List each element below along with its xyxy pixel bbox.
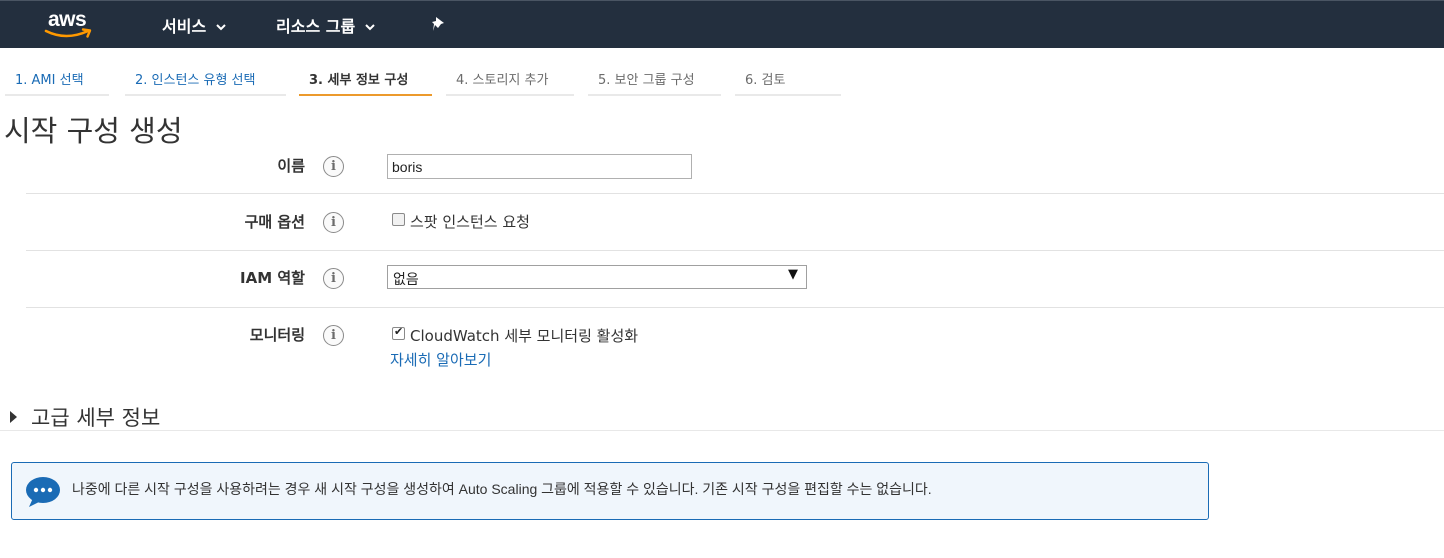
name-input[interactable] [387, 154, 692, 179]
info-icon[interactable]: i [323, 268, 344, 289]
row-divider [26, 193, 1444, 194]
top-nav: aws 서비스 리소스 그룹 [0, 0, 1444, 48]
pin-icon[interactable] [430, 15, 448, 39]
chat-bubble-icon [25, 476, 61, 512]
aws-logo[interactable]: aws [44, 8, 100, 42]
chevron-down-icon [365, 16, 375, 35]
advanced-details-toggle[interactable]: 고급 세부 정보 [10, 404, 160, 430]
tab-configure-details[interactable]: 3. 세부 정보 구성 [299, 60, 432, 96]
iam-role-label: IAM 역할 [240, 269, 305, 287]
resource-groups-label: 리소스 그룹 [276, 17, 356, 36]
notice-text: 나중에 다른 시작 구성을 사용하려는 경우 새 시작 구성을 생성하여 Aut… [72, 481, 932, 497]
resource-groups-menu[interactable]: 리소스 그룹 [276, 13, 375, 37]
iam-role-select[interactable]: 없음 ▼ [387, 265, 807, 289]
page-title: 시작 구성 생성 [4, 114, 183, 148]
monitoring-label: 모니터링 [249, 326, 305, 344]
purchase-option-label: 구매 옵션 [244, 213, 305, 231]
learn-more-link[interactable]: 자세히 알아보기 [390, 349, 491, 370]
cloudwatch-label: CloudWatch 세부 모니터링 활성화 [410, 327, 639, 345]
iam-role-selected-value: 없음 [393, 272, 419, 288]
tab-ami-select[interactable]: 1. AMI 선택 [5, 60, 109, 96]
info-icon[interactable]: i [323, 212, 344, 233]
aws-smile-icon [44, 28, 92, 38]
services-menu[interactable]: 서비스 [162, 13, 226, 37]
section-divider [0, 430, 1444, 431]
advanced-details-label: 고급 세부 정보 [31, 406, 161, 430]
tab-review: 6. 검토 [735, 60, 841, 96]
tab-add-storage: 4. 스토리지 추가 [446, 60, 574, 96]
row-divider [26, 250, 1444, 251]
cloudwatch-checkbox[interactable] [392, 325, 405, 340]
name-label: 이름 [277, 157, 305, 175]
info-icon[interactable]: i [323, 156, 344, 177]
info-icon[interactable]: i [323, 325, 344, 346]
row-divider [26, 307, 1444, 308]
spot-instance-label: 스팟 인스턴스 요청 [410, 213, 530, 231]
services-label: 서비스 [162, 17, 207, 36]
expand-triangle-icon [10, 411, 17, 423]
info-notice: 나중에 다른 시작 구성을 사용하려는 경우 새 시작 구성을 생성하여 Aut… [11, 462, 1209, 520]
tab-instance-type[interactable]: 2. 인스턴스 유형 선택 [125, 60, 286, 96]
chevron-down-icon [216, 16, 226, 35]
tab-security-group: 5. 보안 그룹 구성 [588, 60, 721, 96]
spot-instance-checkbox[interactable] [392, 213, 405, 226]
dropdown-arrow-icon: ▼ [788, 267, 798, 282]
